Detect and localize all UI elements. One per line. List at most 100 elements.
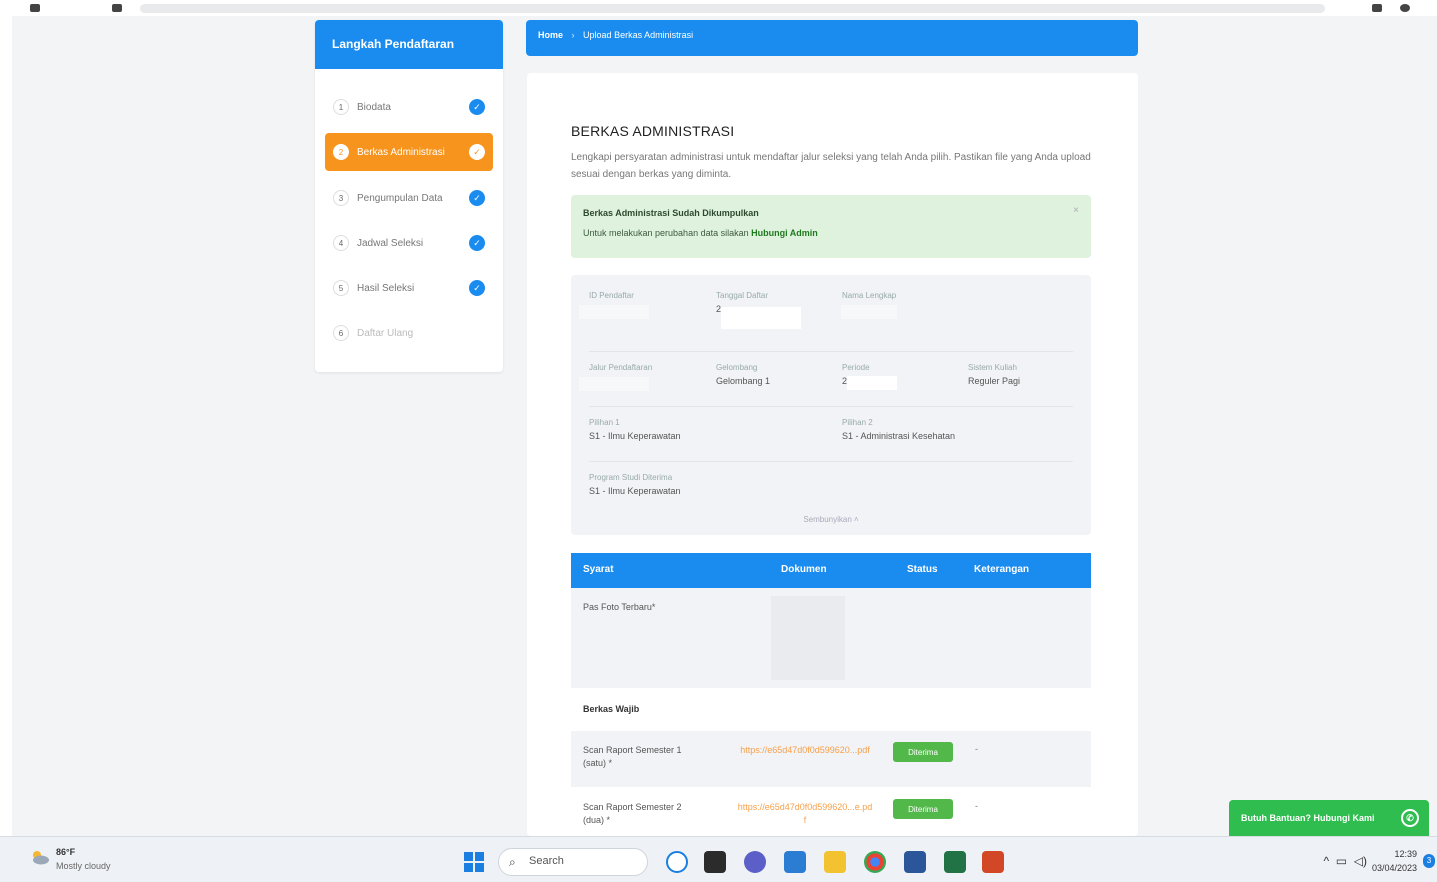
step-number: 3: [333, 190, 349, 206]
field-value: S1 - Ilmu Keperawatan: [589, 486, 681, 496]
clock-time: 12:39: [1394, 849, 1417, 859]
close-icon[interactable]: ×: [1073, 205, 1079, 216]
field-nama-lengkap: Nama Lengkap: [842, 291, 896, 304]
divider: [589, 351, 1073, 352]
step-label: Hasil Seleksi: [357, 282, 415, 294]
status-badge: Diterima: [893, 742, 953, 762]
document-link[interactable]: https://e65d47d0f0d599620...pdf: [737, 744, 873, 757]
powerpoint-icon[interactable]: [982, 851, 1004, 873]
breadcrumb: Home › Upload Berkas Administrasi: [526, 20, 1138, 56]
step-jadwal-seleksi[interactable]: 4 Jadwal Seleksi ✓: [325, 224, 493, 262]
task-view-icon[interactable]: [704, 851, 726, 873]
taskbar-search-input[interactable]: ⌕ Search: [498, 848, 648, 876]
reload-icon[interactable]: [112, 4, 122, 12]
main-card: BERKAS ADMINISTRASI Lengkapi persyaratan…: [527, 73, 1138, 836]
step-biodata[interactable]: 1 Biodata ✓: [325, 88, 493, 126]
step-label: Daftar Ulang: [357, 327, 414, 339]
chrome-icon[interactable]: [864, 851, 886, 873]
field-id-pendaftar: ID Pendaftar: [589, 291, 634, 304]
alert-title: Berkas Administrasi Sudah Dikumpulkan: [583, 208, 759, 218]
check-circle-icon: ✓: [469, 144, 485, 160]
step-hasil-seleksi[interactable]: 5 Hasil Seleksi ✓: [325, 269, 493, 307]
status-badge: Diterima: [893, 799, 953, 819]
back-icon[interactable]: [30, 4, 40, 12]
browser-toolbar: [0, 0, 1437, 16]
field-value: S1 - Ilmu Keperawatan: [589, 431, 681, 441]
notification-badge[interactable]: 3: [1423, 854, 1435, 868]
step-number: 2: [333, 144, 349, 160]
whatsapp-help-button[interactable]: Butuh Bantuan? Hubungi Kami ✆: [1229, 800, 1429, 836]
app-icon-2[interactable]: [784, 851, 806, 873]
address-bar[interactable]: [140, 4, 1325, 13]
hide-details-toggle[interactable]: Sembunyikan ˄: [571, 515, 1091, 524]
step-number: 5: [333, 280, 349, 296]
requirement-label: Scan Raport Semester 2 (dua) *: [583, 802, 682, 825]
field-program-studi-diterima: Program Studi Diterima S1 - Ilmu Keperaw…: [589, 473, 681, 496]
weather-temperature: 86°F: [56, 847, 76, 857]
registration-steps-sidebar: Langkah Pendaftaran 1 Biodata ✓ 2 Berkas…: [315, 20, 503, 372]
column-header-keterangan: Keterangan: [974, 564, 1030, 575]
section-berkas-wajib: Berkas Wajib: [583, 704, 640, 714]
breadcrumb-current: Upload Berkas Administrasi: [583, 30, 694, 40]
clock-date: 03/04/2023: [1371, 863, 1417, 873]
system-tray[interactable]: ^ ▭ ◁): [1323, 854, 1367, 868]
windows-start-icon[interactable]: [464, 852, 484, 872]
divider: [589, 406, 1073, 407]
step-number: 6: [333, 325, 349, 341]
profile-icon[interactable]: [1400, 4, 1410, 12]
field-label: Gelombang: [716, 363, 758, 372]
whatsapp-icon: ✆: [1401, 809, 1419, 827]
step-berkas-administrasi[interactable]: 2 Berkas Administrasi ✓: [325, 133, 493, 171]
sidebar-title: Langkah Pendaftaran: [315, 20, 503, 69]
search-placeholder: Search: [529, 855, 564, 867]
clock[interactable]: 12:39 03/04/2023: [1372, 847, 1417, 875]
table-row: Scan Raport Semester 1 (satu) * https://…: [571, 731, 1091, 787]
step-label: Berkas Administrasi: [357, 146, 445, 158]
contact-admin-link[interactable]: Hubungi Admin: [751, 228, 818, 238]
word-icon[interactable]: [904, 851, 926, 873]
breadcrumb-separator: ›: [571, 30, 575, 40]
step-number: 1: [333, 99, 349, 115]
requirements-table-header: Syarat Dokumen Status Keterangan: [571, 553, 1091, 588]
requirement-label: Scan Raport Semester 1 (satu) *: [583, 745, 682, 768]
redacted-value: [579, 305, 649, 319]
remarks: -: [975, 744, 978, 754]
field-label: Pilihan 2: [842, 418, 873, 427]
success-alert: Berkas Administrasi Sudah Dikumpulkan Un…: [571, 195, 1091, 258]
field-sistem-kuliah: Sistem Kuliah Reguler Pagi: [968, 363, 1020, 386]
alert-text: Untuk melakukan perubahan data silakan: [583, 228, 752, 238]
step-label: Biodata: [357, 101, 391, 113]
redacted-value: [841, 305, 897, 319]
column-header-syarat: Syarat: [583, 564, 614, 575]
redacted-value: [721, 307, 801, 329]
weather-condition: Mostly cloudy: [56, 861, 111, 871]
check-circle-icon: ✓: [469, 190, 485, 206]
redacted-value: [579, 377, 649, 391]
app-icon-1[interactable]: [666, 851, 688, 873]
column-header-dokumen: Dokumen: [781, 564, 827, 575]
cloud-sun-icon: [33, 851, 49, 865]
window-edge: [0, 16, 12, 836]
extensions-icon[interactable]: [1372, 4, 1382, 12]
breadcrumb-home-link[interactable]: Home: [538, 30, 563, 40]
document-link[interactable]: https://e65d47d0f0d599620...e.pdf: [737, 801, 873, 827]
field-label: Nama Lengkap: [842, 291, 897, 300]
field-value: Gelombang 1: [716, 376, 771, 386]
field-value: S1 - Administrasi Kesehatan: [842, 431, 956, 441]
field-jalur-pendaftaran: Jalur Pendaftaran: [589, 363, 652, 376]
whatsapp-label: Butuh Bantuan? Hubungi Kami: [1241, 813, 1375, 823]
requirement-label: Pas Foto Terbaru*: [583, 602, 656, 612]
file-explorer-icon[interactable]: [824, 851, 846, 873]
table-row-photo: Pas Foto Terbaru*: [571, 588, 1091, 688]
step-number: 4: [333, 235, 349, 251]
field-pilihan-2: Pilihan 2 S1 - Administrasi Kesehatan: [842, 418, 955, 441]
remarks: -: [975, 801, 978, 811]
check-circle-icon: ✓: [469, 99, 485, 115]
photo-thumbnail[interactable]: [771, 596, 845, 680]
field-value: Reguler Pagi: [968, 376, 1021, 386]
excel-icon[interactable]: [944, 851, 966, 873]
field-label: ID Pendaftar: [589, 291, 634, 300]
step-pengumpulan-data[interactable]: 3 Pengumpulan Data ✓: [325, 179, 493, 217]
teams-chat-icon[interactable]: [744, 851, 766, 873]
check-circle-icon: ✓: [469, 280, 485, 296]
